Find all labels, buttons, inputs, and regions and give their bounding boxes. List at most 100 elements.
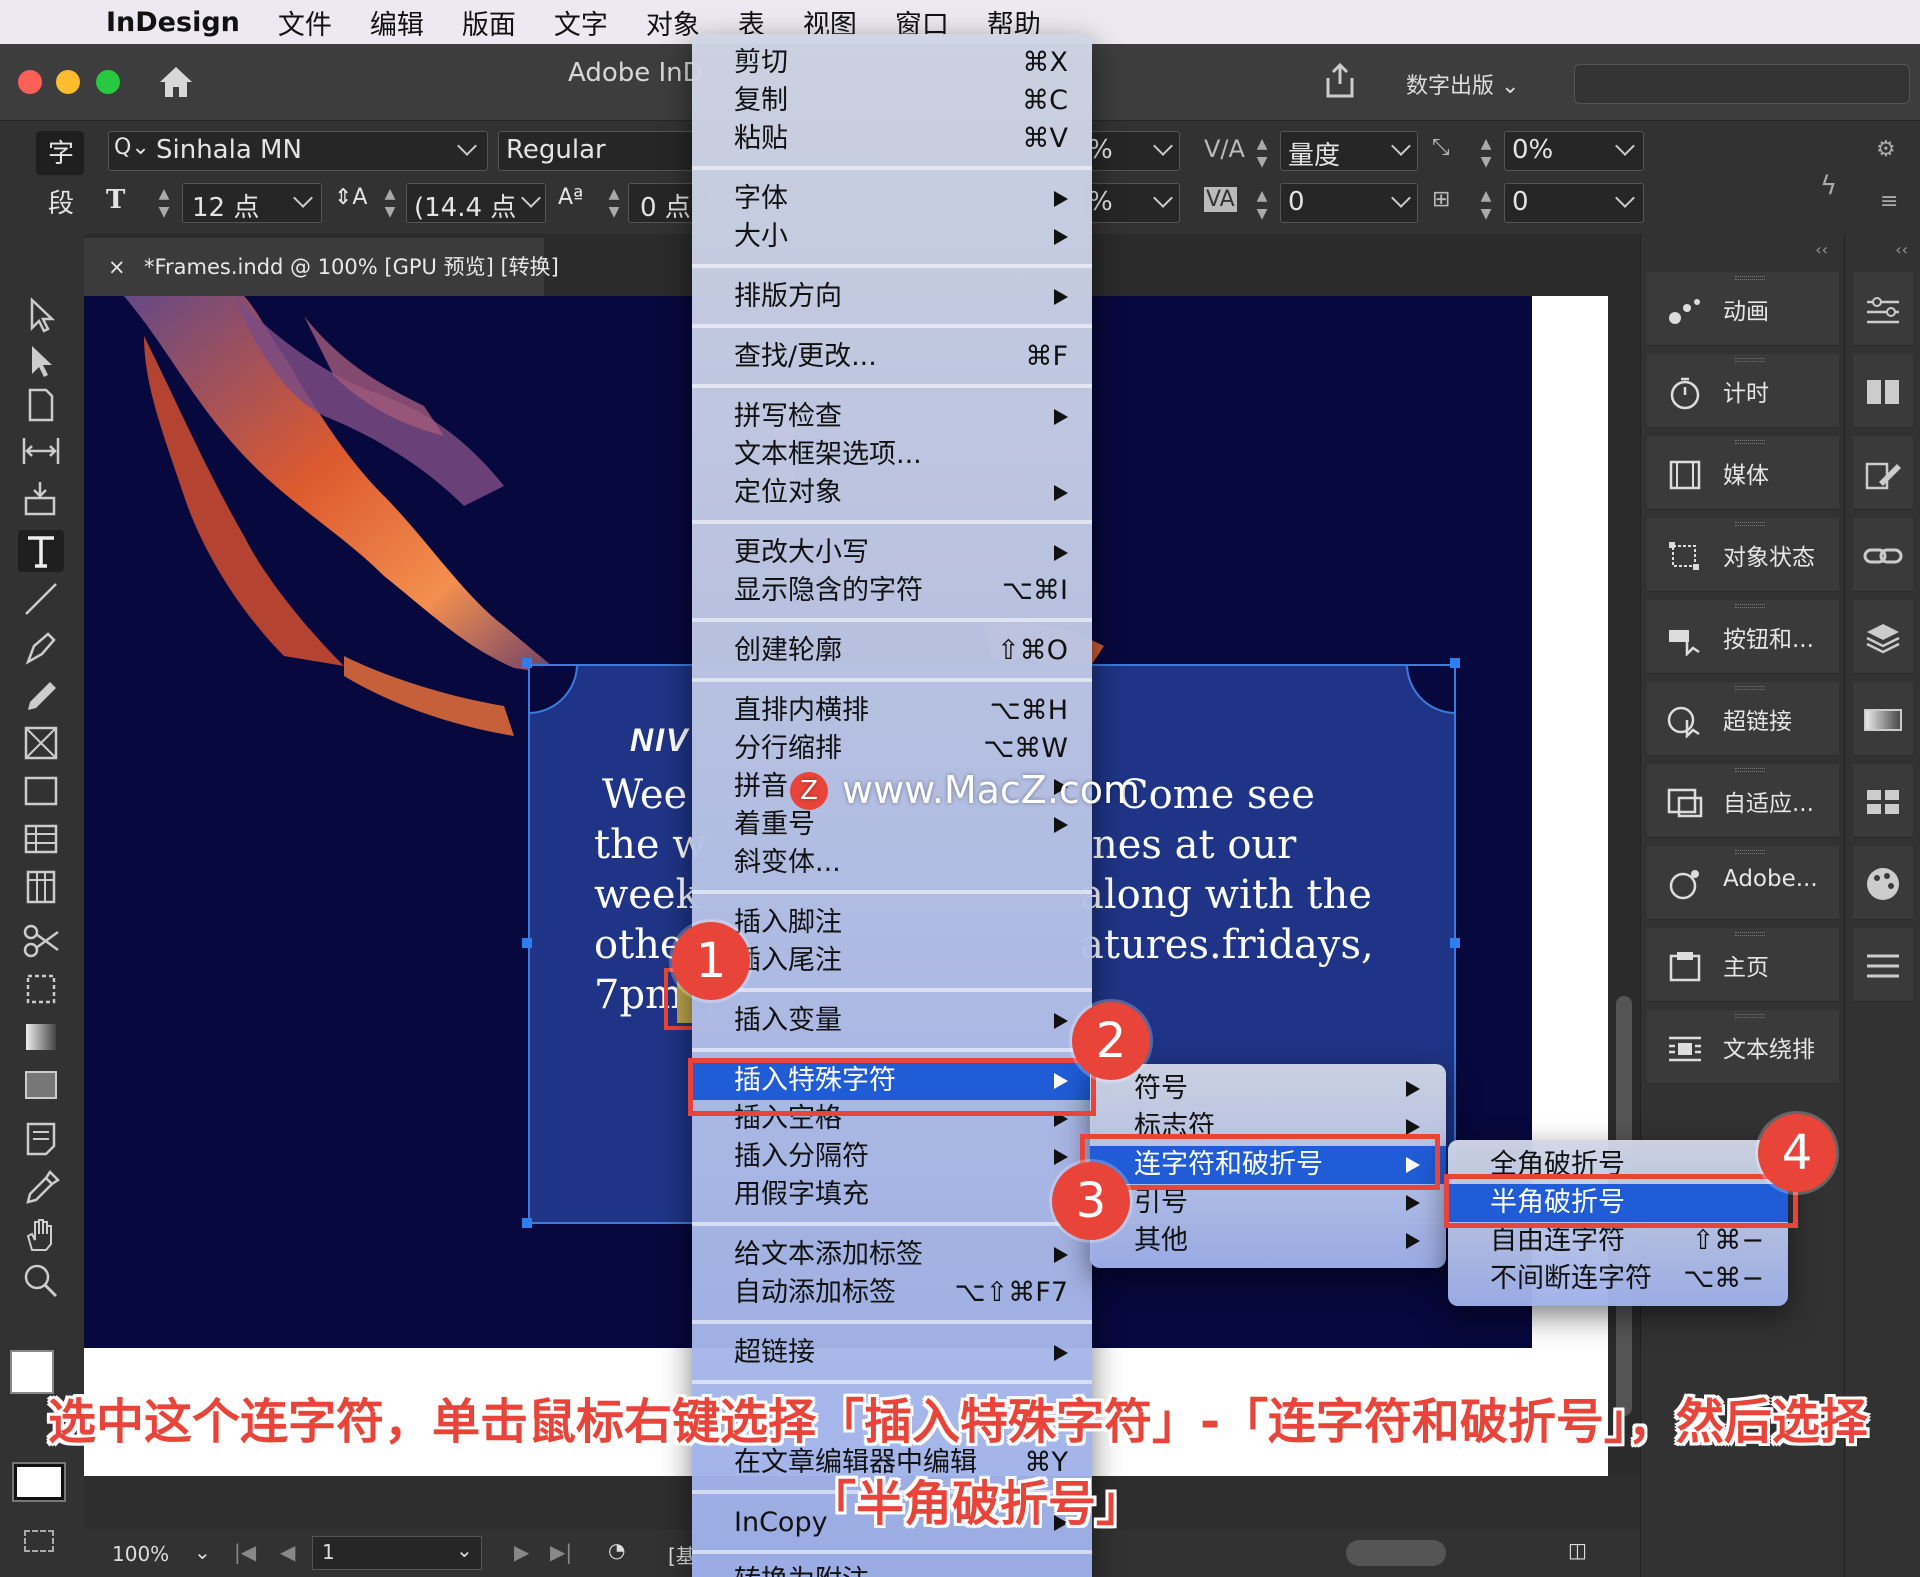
scissors-tool-icon[interactable] xyxy=(18,920,64,962)
leading-stepper[interactable]: ▲ ▼ xyxy=(380,185,400,221)
minimize-window-button[interactable] xyxy=(56,70,80,94)
font-size-stepper[interactable]: ▲ ▼ xyxy=(154,185,174,221)
submenu-item-symbols[interactable]: 符号 xyxy=(1134,1070,1420,1108)
zoom-tool-icon[interactable] xyxy=(18,1260,64,1302)
menu-item-tag-text[interactable]: 给文本添加标签 xyxy=(734,1236,1068,1274)
frame-handle[interactable] xyxy=(522,1218,532,1228)
menu-object[interactable]: 对象 xyxy=(646,3,700,42)
search-input[interactable] xyxy=(1574,64,1910,104)
menu-item-cut[interactable]: 剪切 ⌘X xyxy=(734,44,1068,82)
character-rotation-stepper[interactable]: ▲ ▼ xyxy=(1476,187,1496,223)
menu-item-anchored-object[interactable]: 定位对象 xyxy=(734,474,1068,512)
frame-handle[interactable] xyxy=(1450,938,1460,948)
hand-tool-icon[interactable] xyxy=(18,1214,64,1256)
menu-item-create-outlines[interactable]: 创建轮廓 ⇧⌘O xyxy=(734,632,1068,670)
frame-handle[interactable] xyxy=(522,938,532,948)
split-view-icon[interactable]: ◫ xyxy=(1568,1538,1587,1562)
type-tool-active[interactable] xyxy=(18,530,64,572)
menu-item-hyperlinks[interactable]: 超链接 xyxy=(734,1334,1068,1372)
gradient-panel-button[interactable] xyxy=(1853,682,1913,756)
chevron-down-icon[interactable]: ⌄ xyxy=(194,1540,211,1564)
preflight-icon[interactable]: ◔ xyxy=(608,1538,625,1562)
line-tool-icon[interactable] xyxy=(18,578,64,620)
gradient-feather-tool-icon[interactable] xyxy=(18,1064,64,1106)
menu-item-find-change[interactable]: 查找/更改... ⌘F xyxy=(734,338,1068,376)
panel-buttons-forms[interactable]: 按钮和... xyxy=(1647,600,1839,674)
panel-media[interactable]: 媒体 xyxy=(1647,436,1839,510)
gear-icon[interactable]: ⚙ xyxy=(1876,137,1896,162)
menu-item-insert-endnote[interactable]: 插入尾注 xyxy=(734,942,1068,980)
preview-mode-icon[interactable] xyxy=(12,1462,66,1502)
menu-item-insert-footnote[interactable]: 插入脚注 xyxy=(734,904,1068,942)
last-page-icon[interactable]: ▶| xyxy=(550,1540,572,1564)
pen-tool-icon[interactable] xyxy=(18,626,64,668)
rectangle-frame-tool-icon[interactable] xyxy=(18,722,64,764)
menu-item-paste[interactable]: 粘贴 ⌘V xyxy=(734,120,1068,158)
workspace-switcher[interactable]: 数字出版 ⌄ xyxy=(1406,68,1519,100)
content-collector-tool-icon[interactable] xyxy=(18,478,64,520)
selection-tool-icon[interactable] xyxy=(18,294,64,336)
menu-item-copy[interactable]: 复制 ⌘C xyxy=(734,82,1068,120)
eyedropper-tool-icon[interactable] xyxy=(18,1166,64,1208)
panel-hyperlinks[interactable]: 超链接 xyxy=(1647,682,1839,756)
swatches-panel-button[interactable] xyxy=(1853,764,1913,838)
table-tool-icon[interactable] xyxy=(18,818,64,860)
expand-panel-icon[interactable]: ‹‹ xyxy=(1895,240,1908,259)
menu-edit[interactable]: 编辑 xyxy=(370,3,424,42)
panel-liquid-layout[interactable]: 自适应... xyxy=(1647,764,1839,838)
menu-app-name[interactable]: InDesign xyxy=(106,7,240,38)
menu-item-warichu[interactable]: 分行缩排 ⌥⌘W xyxy=(734,730,1068,768)
panel-animation[interactable]: 动画 xyxy=(1647,272,1839,346)
home-icon[interactable] xyxy=(156,62,196,102)
menu-item-spelling[interactable]: 拼写检查 xyxy=(734,398,1068,436)
pages-panel-button[interactable] xyxy=(1853,354,1913,428)
screen-mode-icon[interactable] xyxy=(24,1530,54,1552)
share-icon[interactable] xyxy=(1322,62,1358,100)
submenu-item-other[interactable]: 其他 xyxy=(1134,1222,1420,1260)
menu-item-convert-to-note[interactable]: 转换为附注 xyxy=(734,1562,1068,1577)
first-page-icon[interactable]: |◀ xyxy=(234,1540,256,1564)
paragraph-mode-button[interactable]: 段 xyxy=(48,183,74,220)
direct-selection-tool-icon[interactable] xyxy=(18,340,64,382)
frame-handle[interactable] xyxy=(1450,658,1460,668)
color-panel-button[interactable] xyxy=(1853,846,1913,920)
horizontal-scrollbar-thumb[interactable] xyxy=(1346,1540,1446,1566)
menu-type[interactable]: 文字 xyxy=(554,3,608,42)
skew-stepper[interactable]: ▲ ▼ xyxy=(1476,135,1496,171)
menu-item-show-hidden-characters[interactable]: 显示隐含的字符 ⌥⌘I xyxy=(734,572,1068,610)
menu-item-change-case[interactable]: 更改大小写 xyxy=(734,534,1068,572)
zoom-level[interactable]: 100% xyxy=(112,1542,169,1566)
links-panel-button[interactable] xyxy=(1853,518,1913,592)
close-window-button[interactable] xyxy=(18,70,42,94)
note-tool-icon[interactable] xyxy=(18,1118,64,1160)
submenu-item-nonbreaking-hyphen[interactable]: 不间断连字符 ⌥⌘− xyxy=(1490,1260,1764,1298)
kerning-stepper[interactable]: ▲ ▼ xyxy=(1252,135,1272,171)
menu-item-insert-variable[interactable]: 插入变量 xyxy=(734,1002,1068,1040)
pencil-tool-icon[interactable] xyxy=(18,674,64,716)
properties-panel-button[interactable] xyxy=(1853,272,1913,346)
panel-adobe-color[interactable]: Adobe... xyxy=(1647,846,1839,920)
document-tab[interactable]: × *Frames.indd @ 100% [GPU 预览] [转换] xyxy=(84,238,559,296)
panel-menu-icon[interactable]: ≡ xyxy=(1880,189,1898,214)
panel-text-wrap[interactable]: 文本绕排 xyxy=(1647,1010,1839,1084)
menu-item-shatai[interactable]: 斜变体... xyxy=(734,844,1068,882)
collapse-panel-icon[interactable]: ‹‹ xyxy=(1815,240,1828,259)
menu-item-fill-placeholder[interactable]: 用假字填充 xyxy=(734,1176,1068,1214)
panel-pages[interactable]: 主页 xyxy=(1647,928,1839,1002)
rectangle-tool-icon[interactable] xyxy=(18,770,64,812)
previous-page-icon[interactable]: ◀ xyxy=(280,1540,295,1564)
layers-panel-button[interactable] xyxy=(1853,600,1913,674)
free-transform-tool-icon[interactable] xyxy=(18,968,64,1010)
close-tab-icon[interactable]: × xyxy=(108,238,126,296)
menu-panel-button[interactable] xyxy=(1853,928,1913,1002)
menu-item-autotag[interactable]: 自动添加标签 ⌥⇧⌘F7 xyxy=(734,1274,1068,1312)
menu-item-font[interactable]: 字体 xyxy=(734,180,1068,218)
menu-item-text-frame-options[interactable]: 文本框架选项... xyxy=(734,436,1068,474)
character-mode-button[interactable]: 字 xyxy=(48,133,74,170)
menu-file[interactable]: 文件 xyxy=(278,3,332,42)
grid-tool-icon[interactable] xyxy=(18,866,64,908)
panel-timing[interactable]: 计时 xyxy=(1647,354,1839,428)
menu-item-tate-chu-yoko[interactable]: 直排内横排 ⌥⌘H xyxy=(734,692,1068,730)
baseline-shift-stepper[interactable]: ▲ ▼ xyxy=(604,185,624,221)
styles-panel-button[interactable] xyxy=(1853,436,1913,510)
